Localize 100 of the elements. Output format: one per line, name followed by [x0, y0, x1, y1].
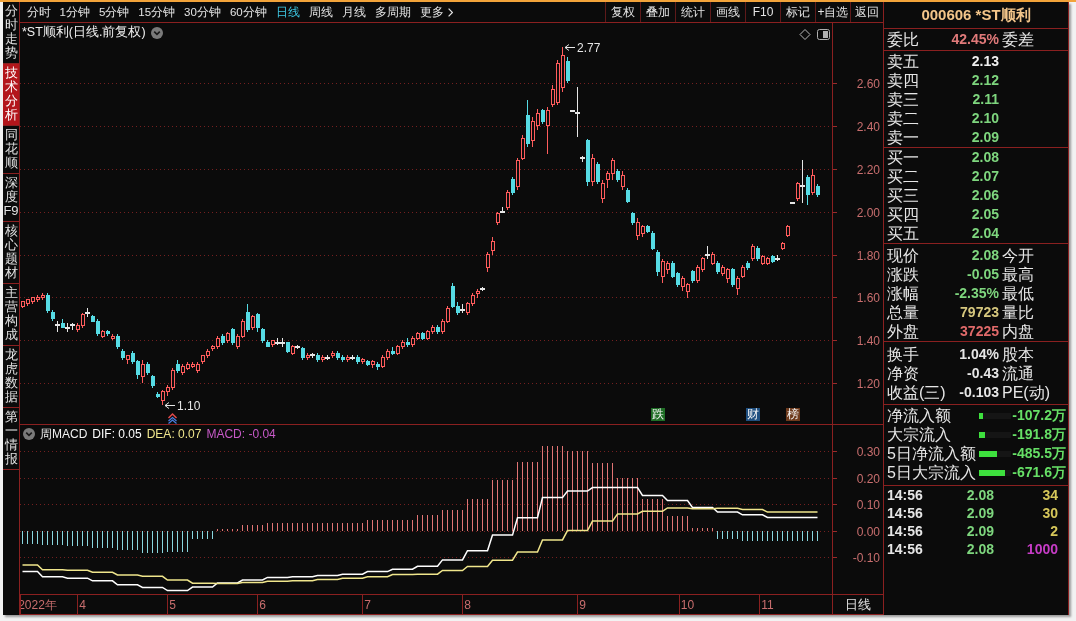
chevron-down-icon[interactable] [150, 26, 163, 39]
quote-label: 买一 [887, 148, 919, 167]
price-axis-label: 2.00 [856, 205, 880, 220]
macd-axis-label: 0.30 [856, 444, 880, 459]
date-axis-label: 7 [364, 598, 371, 612]
date-axis-label: 8 [464, 598, 471, 612]
side-tab[interactable]: 深度F9 [3, 174, 19, 222]
quote-label: 卖一 [887, 128, 919, 147]
quote-label: 总量 [887, 303, 919, 322]
quote-value: -671.6万 [1011, 463, 1067, 482]
quote-label: 5日大宗流入 [887, 463, 977, 482]
macd-axis-label: 0.00 [856, 524, 880, 539]
high-price-label: 2.77 [577, 41, 601, 55]
quote-value: 2.07 [970, 167, 1000, 186]
period-tab[interactable]: 30分钟 [179, 2, 226, 22]
price-axis-label: 1.80 [856, 248, 880, 263]
toolbar-button[interactable]: 叠加 [640, 2, 675, 22]
date-axis-label: 5 [169, 598, 176, 612]
trade-volume: 34 [1042, 487, 1058, 503]
quote-value: 37225 [959, 322, 1000, 341]
indicator-title: 周MACD [40, 427, 88, 441]
trade-price: 2.08 [966, 487, 994, 503]
quote-value: 2.05 [970, 205, 1000, 224]
quote-label: 净流入额 [887, 406, 952, 425]
quote-label: 涨幅 [887, 284, 919, 303]
quote-label: 流通 [1002, 364, 1035, 383]
trade-time: 14:56 [887, 487, 923, 503]
quote-label: 委比 [887, 30, 919, 49]
quote-value: 2.08 [970, 148, 1000, 167]
quote-label: 最低 [1002, 284, 1035, 303]
chart-title: *ST顺利(日线.前复权) [22, 25, 146, 40]
period-tab[interactable]: 周线 [304, 2, 338, 22]
chevron-down-icon[interactable] [23, 428, 35, 440]
candle [785, 224, 790, 238]
quote-label: 大宗流入 [887, 425, 952, 444]
quote-label: 买二 [887, 167, 919, 186]
toolbar-button[interactable]: 标记 [780, 2, 815, 22]
quote-value: 2.13 [970, 52, 1000, 71]
trade-volume: 1000 [1026, 541, 1058, 557]
stock-title: 000606 *ST顺利 [921, 5, 1031, 25]
trade-volume: 30 [1042, 505, 1058, 521]
quote-label: 买四 [887, 205, 919, 224]
toolbar-button[interactable]: +自选 [815, 2, 850, 22]
side-tab[interactable]: 同花顺 [3, 126, 19, 174]
period-tab[interactable]: 更多 [415, 2, 458, 22]
diamond-icon[interactable] [799, 29, 811, 40]
quote-value: -2.35% [953, 284, 1000, 303]
quote-value: 2.12 [970, 71, 1000, 90]
quote-label: 委差 [1002, 30, 1035, 49]
trade-price: 2.09 [966, 523, 994, 539]
event-tag[interactable]: 财 [746, 408, 760, 421]
period-tab[interactable]: 日线 [271, 2, 305, 22]
side-tab[interactable]: 核心题材 [3, 222, 19, 284]
toolbar-button[interactable]: 画线 [710, 2, 745, 22]
macd-axis-label: 0.20 [856, 471, 880, 486]
quote-value: -485.5万 [1011, 444, 1067, 463]
quote-label: 买五 [887, 224, 919, 243]
panel-icon[interactable] [817, 29, 830, 40]
toolbar-button[interactable]: F10 [745, 2, 780, 22]
quote-label: 今开 [1002, 246, 1035, 265]
low-price-label: 1.10 [177, 399, 201, 413]
event-tag[interactable]: 跌 [651, 408, 665, 421]
quote-value: -0.05 [966, 265, 1000, 284]
trade-time: 14:56 [887, 541, 923, 557]
period-tab[interactable]: 5分钟 [94, 2, 134, 22]
side-tab[interactable]: 龙虎数据 [3, 346, 19, 408]
period-tab[interactable]: 分时 [22, 2, 55, 22]
date-axis-label: 9 [579, 598, 586, 612]
toolbar-button[interactable]: 复权 [605, 2, 640, 22]
period-tab[interactable]: 15分钟 [133, 2, 180, 22]
quote-label: PE(动) [1002, 383, 1051, 402]
period-tab[interactable]: 月线 [337, 2, 371, 22]
price-axis-label: 2.40 [856, 119, 880, 134]
quote-label: 买三 [887, 186, 919, 205]
side-tab[interactable]: 技术分析 [3, 64, 19, 126]
trade-price: 2.09 [966, 505, 994, 521]
quote-label: 涨跌 [887, 265, 919, 284]
trade-volume: 2 [1050, 523, 1058, 539]
side-tab[interactable]: 第一情报 [3, 408, 19, 470]
candle [780, 241, 785, 251]
period-tab[interactable]: 多周期 [370, 2, 416, 22]
legend-item: MACD: -0.04 [206, 427, 276, 441]
quote-value: 2.06 [970, 186, 1000, 205]
arrow-icon [564, 44, 576, 51]
quote-value: 2.11 [971, 90, 1000, 109]
quote-label: 收益(三) [887, 383, 946, 402]
quote-label: 卖二 [887, 109, 919, 128]
price-axis-label: 2.20 [856, 162, 880, 177]
quote-value: 2.04 [970, 224, 1000, 243]
toolbar-button[interactable]: 统计 [675, 2, 710, 22]
date-axis-label: 6 [259, 598, 266, 612]
side-tab[interactable]: 主营构成 [3, 284, 19, 346]
period-tab[interactable]: 60分钟 [225, 2, 272, 22]
legend-item: DIF: 0.05 [92, 427, 142, 441]
period-tab[interactable]: 1分钟 [55, 2, 95, 22]
date-axis-label: 10 [680, 598, 695, 612]
price-axis-label: 1.40 [856, 333, 880, 348]
quote-label: 换手 [887, 345, 919, 364]
event-tag[interactable]: 榜 [786, 408, 800, 421]
quote-value: 2.10 [970, 109, 1000, 128]
